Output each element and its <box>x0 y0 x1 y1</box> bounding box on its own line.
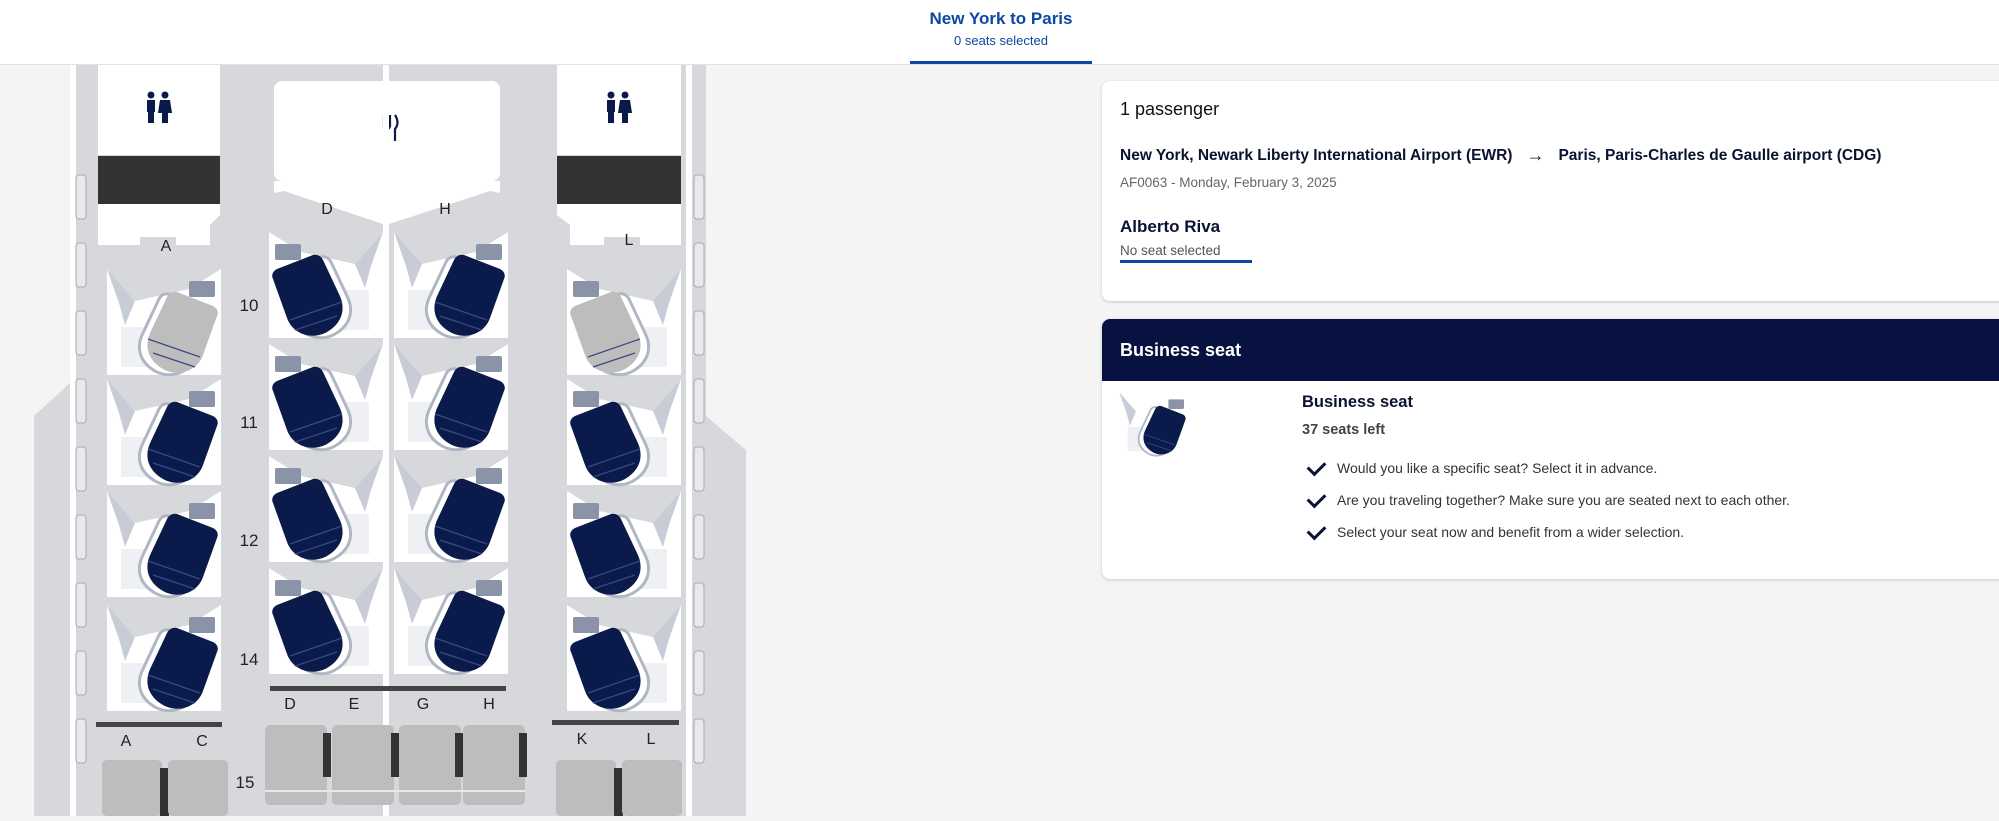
seat-status[interactable]: No seat selected <box>1120 243 1252 263</box>
column-letter-l: L <box>647 731 656 748</box>
row-number-15: 15 <box>236 773 255 792</box>
passenger-count: 1 passenger <box>1120 99 1220 119</box>
column-letter-d: D <box>321 201 333 218</box>
column-letter-a: A <box>121 733 132 750</box>
divider-right <box>552 720 679 725</box>
route-origin: New York, Newark Liberty International A… <box>1120 146 1513 164</box>
feature-text: Are you traveling together? Make sure yo… <box>1337 492 1790 508</box>
seat-map-svg: A D H L 10 11 12 14 A C D E G H K L 15 <box>34 65 746 816</box>
business-seat-title: Business seat <box>1302 393 1413 411</box>
lavatory-left-door <box>98 156 220 204</box>
passenger-name[interactable]: Alberto Riva <box>1120 217 1220 237</box>
lavatory-right-door <box>557 156 681 204</box>
business-seat-icon <box>1118 391 1190 462</box>
row-number-14: 14 <box>240 650 259 669</box>
column-letter-c: C <box>196 733 208 750</box>
cabin-wall-left <box>70 65 76 816</box>
wing-right <box>706 416 746 816</box>
route: New York, Newark Liberty International A… <box>1120 145 1881 166</box>
flight-info: AF0063 - Monday, February 3, 2025 <box>1120 175 1337 190</box>
tab-title: New York to Paris <box>929 9 1073 28</box>
wing-left <box>34 383 70 816</box>
feature-item: Are you traveling together? Make sure yo… <box>1302 488 1790 508</box>
check-icon <box>1306 488 1327 508</box>
check-icon <box>1306 456 1327 476</box>
seats-left: 37 seats left <box>1302 422 1386 438</box>
divider-left <box>96 722 222 727</box>
column-letter-a: A <box>161 238 172 255</box>
cabin-wall-right <box>686 65 692 816</box>
check-icon <box>1306 520 1327 540</box>
column-letter-k: K <box>577 731 588 748</box>
column-letter-l: L <box>625 232 634 249</box>
arrow-right-icon: → <box>1526 145 1545 165</box>
tab-subtitle: 0 seats selected <box>954 33 1048 48</box>
row-number-12: 12 <box>240 531 259 550</box>
feature-item: Select your seat now and benefit from a … <box>1302 520 1685 540</box>
feature-item: Would you like a specific seat? Select i… <box>1302 456 1658 476</box>
business-seat-header: Business seat <box>1102 319 1999 381</box>
feature-text: Select your seat now and benefit from a … <box>1337 524 1685 540</box>
route-destination: Paris, Paris-Charles de Gaulle airport (… <box>1558 146 1882 164</box>
divider-center <box>270 686 506 691</box>
column-letter-h: H <box>439 201 451 218</box>
passenger-card: 1 passenger New York, Newark Liberty Int… <box>1102 81 1999 301</box>
top-bar: New York to Paris 0 seats selected <box>0 0 1999 65</box>
feature-text: Would you like a specific seat? Select i… <box>1337 460 1658 476</box>
column-letter-g: G <box>417 696 429 713</box>
row-number-11: 11 <box>240 413 258 432</box>
seat-map: A D H L 10 11 12 14 A C D E G H K L 15 <box>0 65 760 816</box>
column-letter-e: E <box>349 696 360 713</box>
column-letter-d: D <box>284 696 296 713</box>
tab-flight-new-york-paris[interactable]: New York to Paris 0 seats selected <box>910 0 1092 64</box>
row-number-10: 10 <box>240 296 259 315</box>
business-seat-card: Business seat Business seat 37 seats lef… <box>1102 319 1999 579</box>
column-letter-h: H <box>483 696 495 713</box>
